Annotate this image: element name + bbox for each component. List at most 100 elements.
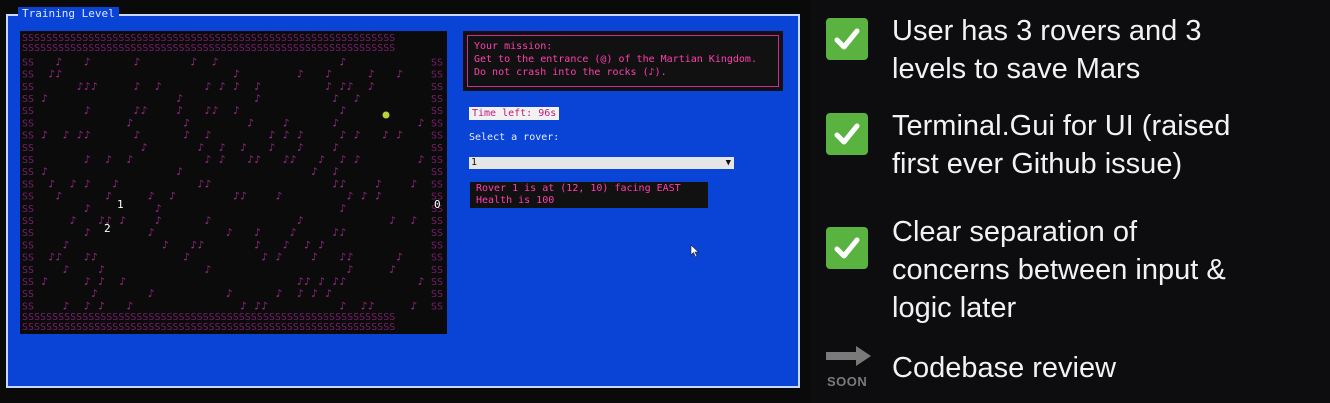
map-rock: ♪ <box>77 80 84 93</box>
map-rock: ♪ <box>212 55 219 68</box>
check-icon <box>826 227 868 269</box>
map-rock: ♪ <box>84 55 91 68</box>
map-rock: ♪ <box>283 116 290 129</box>
map-rock: ♪ <box>233 68 240 81</box>
map-rock: ♪ <box>361 299 368 312</box>
map-rock: ♪ <box>176 92 183 105</box>
map-wall: SS <box>22 167 34 178</box>
map-wall: SS <box>22 265 34 276</box>
map-grid: SSSSSSSSSSSSSSSSSSSSSSSSSSSSSSSSSSSSSSSS… <box>22 33 443 333</box>
map-rock: ♪ <box>354 129 361 142</box>
select-rover-label: Select a rover: <box>469 132 560 143</box>
map-rock: ♪ <box>205 177 212 190</box>
map-wall: SS <box>22 155 34 166</box>
map-rock: ♪ <box>276 190 283 203</box>
map-rock: ♪ <box>84 202 91 215</box>
map-wall: SS <box>431 289 443 300</box>
map-rock: ♪ <box>368 80 375 93</box>
map-rock: ♪ <box>247 153 254 166</box>
map-rock: ♪ <box>283 238 290 251</box>
map-rock: ♪ <box>418 116 425 129</box>
map-rock: ♪ <box>411 177 418 190</box>
map-rock: ♪ <box>84 251 91 264</box>
map-rock: ♪ <box>254 226 261 239</box>
map-rock: ♪ <box>233 80 240 93</box>
map-rock: ♪ <box>198 177 205 190</box>
map-rock: ♪ <box>84 80 91 93</box>
map-rock: ♪ <box>297 129 304 142</box>
map-rock: ♪ <box>318 153 325 166</box>
map-rock: ♪ <box>134 80 141 93</box>
map-rock: ♪ <box>127 153 134 166</box>
checklist-text-line: logic later <box>892 292 1017 324</box>
arrow-right-icon <box>826 346 871 366</box>
map-rock: ♪ <box>283 153 290 166</box>
map-rock: ♪ <box>127 116 134 129</box>
map-rock: ♪ <box>183 116 190 129</box>
map-wall: SS <box>22 204 34 215</box>
map-rock: ♪ <box>240 141 247 154</box>
map-rock: ♪ <box>56 190 63 203</box>
map-rock: ♪ <box>318 238 325 251</box>
map-rock: ♪ <box>98 263 105 276</box>
map-rock: ♪ <box>141 104 148 117</box>
map-wall: SS <box>431 82 443 93</box>
map-rock: ♪ <box>212 104 219 117</box>
map-rock: ♪ <box>297 214 304 227</box>
map-rock: ♪ <box>48 251 55 264</box>
map-rock: ♪ <box>134 129 141 142</box>
map-rock: ♪ <box>340 177 347 190</box>
map-rock: ♪ <box>304 238 311 251</box>
window-title: Training Level <box>18 7 119 20</box>
map-rock: ♪ <box>176 165 183 178</box>
map-rock: ♪ <box>190 238 197 251</box>
map-rock: ♪ <box>155 202 162 215</box>
map-wall: SS <box>431 253 443 264</box>
rover-health-text: Health is 100 <box>476 195 555 206</box>
map-wall: SS <box>22 118 34 129</box>
map-wall: SS <box>22 131 34 142</box>
mission-line: Your mission: <box>474 41 553 52</box>
map-rock: ♪ <box>205 263 212 276</box>
map-rock: ♪ <box>311 287 318 300</box>
map-wall: SS <box>431 216 443 227</box>
map-rock: ♪ <box>354 92 361 105</box>
map-rock: ♪ <box>134 55 141 68</box>
map-rock: ♪ <box>155 80 162 93</box>
dropdown-arrow-icon[interactable]: ▼ <box>726 157 731 169</box>
checklist-text-line: Codebase review <box>892 352 1117 384</box>
map-wall: SS <box>431 167 443 178</box>
map-rock: ♪ <box>205 80 212 93</box>
map-rock: ♪ <box>247 116 254 129</box>
checklist-text-line: first ever Github issue) <box>892 148 1183 180</box>
map-rock: ♪ <box>332 92 339 105</box>
map-rock: ♪ <box>155 214 162 227</box>
map-rock: ♪ <box>325 287 332 300</box>
map-wall: SS <box>22 143 34 154</box>
map-wall: SS <box>22 277 34 288</box>
map-rock: ♪ <box>148 190 155 203</box>
map-wall: SS <box>431 179 443 190</box>
map-rock: ♪ <box>347 263 354 276</box>
map-rock: ♪ <box>297 68 304 81</box>
rover-dropdown[interactable]: 1 ▼ <box>469 157 734 169</box>
map-rock: ♪ <box>91 251 98 264</box>
map-rock: ♪ <box>84 299 91 312</box>
map-wall: SS <box>22 216 34 227</box>
map-rock: ♪ <box>283 129 290 142</box>
map-rock: ♪ <box>41 129 48 142</box>
map-rock: ♪ <box>134 104 141 117</box>
map-wall: SS <box>22 240 34 251</box>
map-rock: ♪ <box>396 129 403 142</box>
map-rock: ♪ <box>418 153 425 166</box>
map-wall: SS <box>431 277 443 288</box>
map-wall: SS <box>22 94 34 105</box>
map-rock: ♪ <box>98 299 105 312</box>
terminal-window: Training Level SSSSSSSSSSSSSSSSSSSSSSSSS… <box>0 0 810 403</box>
map-rock: ♪ <box>56 55 63 68</box>
map-rock: ♪ <box>205 129 212 142</box>
map-rock: ♪ <box>127 299 134 312</box>
map-wall: SS <box>22 253 34 264</box>
map-rock: ♪ <box>41 165 48 178</box>
map-rock: ♪ <box>276 251 283 264</box>
